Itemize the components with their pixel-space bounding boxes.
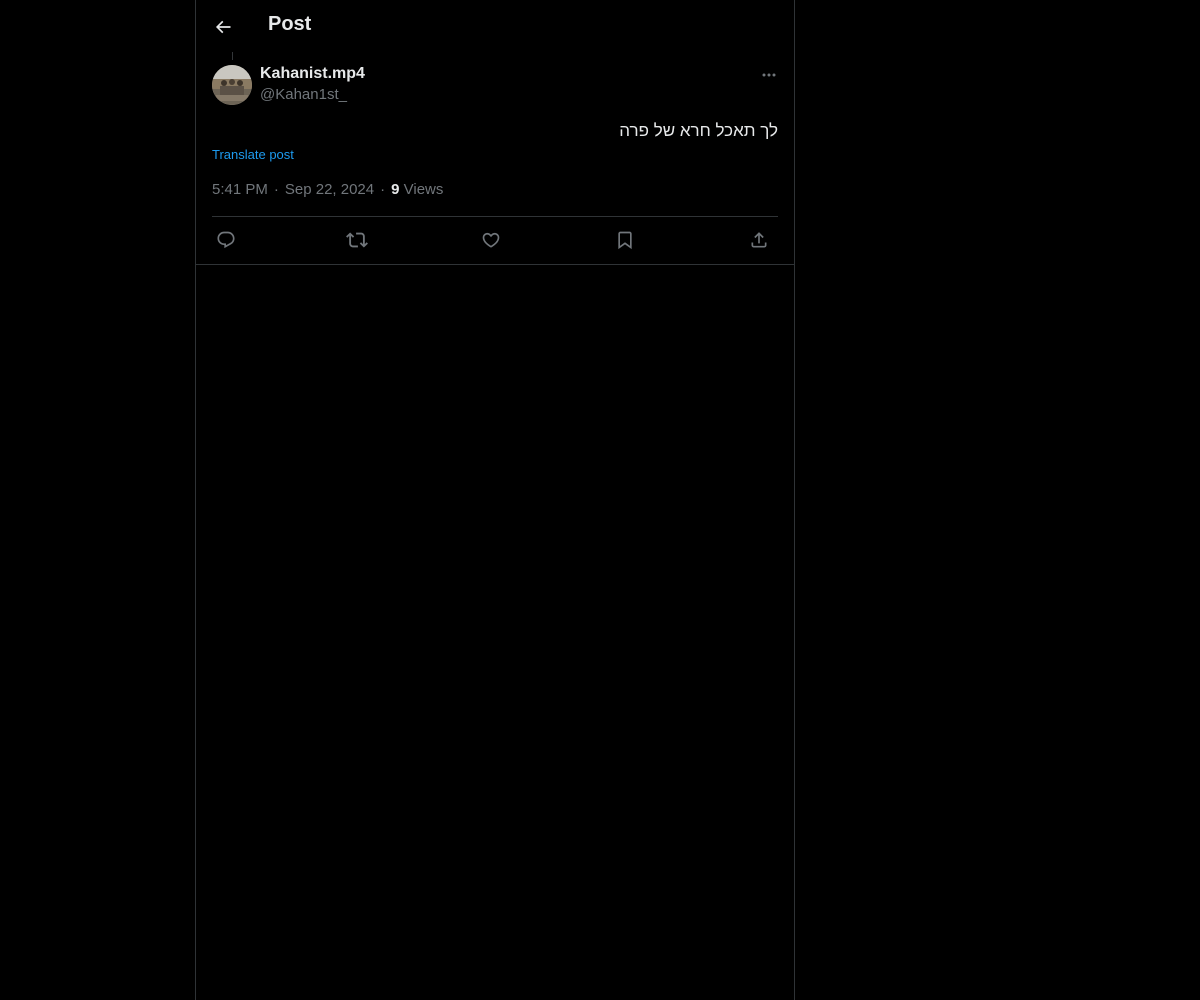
reply-button[interactable] (212, 226, 240, 254)
meta-separator: · (380, 181, 386, 198)
repost-button[interactable] (343, 226, 371, 254)
action-bar (212, 226, 778, 254)
views-label: Views (403, 181, 444, 198)
more-options-button[interactable] (758, 64, 780, 86)
post-text: לך תאכל חרא של פרה (619, 121, 778, 140)
meta-separator: · (273, 181, 279, 198)
bookmark-icon (615, 230, 635, 250)
post-bottom-border (196, 264, 794, 265)
author-display-name[interactable]: Kahanist.mp4 (260, 65, 365, 83)
post-column: Post Kahanist.mp4 @Kahan1st_ לך תאכל חרא… (195, 0, 795, 1000)
post-meta: 5:41 PM · Sep 22, 2024 · 9 Views (212, 181, 443, 198)
share-icon (749, 230, 769, 250)
author-handle[interactable]: @Kahan1st_ (260, 86, 347, 103)
arrow-left-icon (213, 17, 233, 37)
post-date[interactable]: Sep 22, 2024 (285, 181, 374, 198)
more-horizontal-icon (761, 67, 777, 83)
thread-line (232, 52, 233, 60)
bookmark-button[interactable] (611, 226, 639, 254)
heart-icon (481, 230, 501, 250)
like-button[interactable] (477, 226, 505, 254)
translate-post-link[interactable]: Translate post (212, 147, 294, 162)
share-button[interactable] (745, 226, 773, 254)
header-bar: Post (196, 0, 794, 53)
divider (212, 216, 778, 217)
page-title: Post (268, 13, 312, 35)
views-count: 9 (391, 181, 400, 198)
reply-icon (216, 230, 236, 250)
avatar[interactable] (212, 65, 252, 105)
repost-icon (346, 229, 368, 251)
back-button[interactable] (207, 11, 239, 43)
post-time[interactable]: 5:41 PM (212, 181, 268, 198)
